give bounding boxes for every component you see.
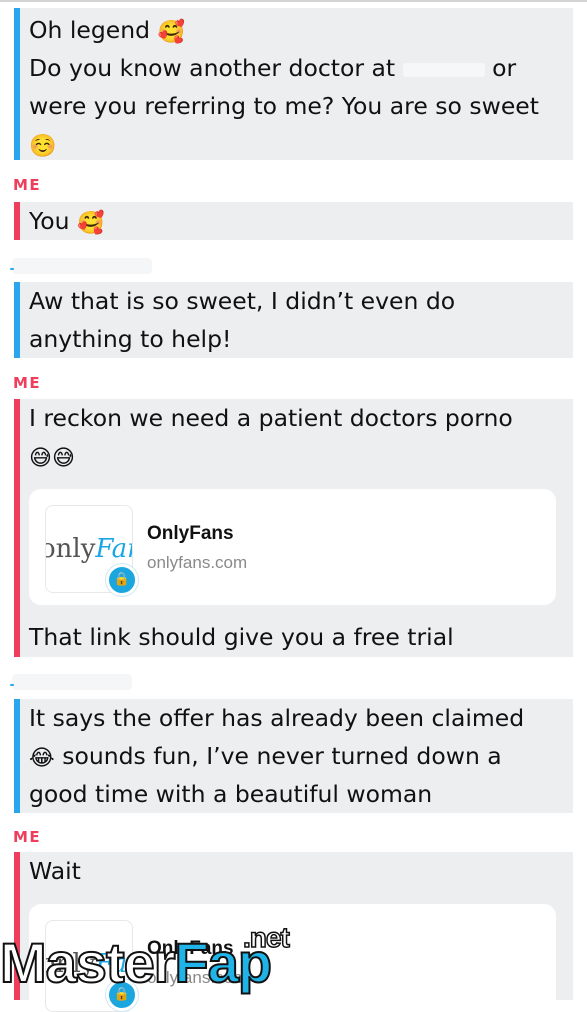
link-title: OnlyFans — [147, 523, 234, 544]
sender-indicator-bar — [14, 699, 20, 813]
message-bubble-5: It says the offer has already been claim… — [14, 699, 573, 813]
redacted-sender-name — [12, 674, 132, 690]
smiling-face-icon: ☺️ — [29, 134, 57, 159]
sender-label-me: ME — [13, 828, 42, 846]
smiling-face-with-hearts-icon: 🥰 — [77, 211, 105, 236]
sender-indicator-bar — [14, 202, 20, 240]
message-text: That link should give you a free trial — [29, 623, 454, 651]
redacted-text — [402, 62, 485, 77]
grinning-sweat-icon: 😅 — [51, 446, 75, 471]
link-url: onlyfans.com — [147, 553, 248, 572]
face-with-tears-of-joy-icon: 😂 — [29, 746, 55, 771]
sender-indicator-bar — [14, 399, 20, 657]
sender-indicator-bar — [14, 8, 20, 160]
top-divider — [0, 0, 587, 2]
sender-indicator-bar — [14, 282, 20, 358]
message-bubble-4: I reckon we need a patient doctors porno… — [14, 399, 573, 657]
message-text: or — [492, 54, 517, 82]
message-text: Oh legend — [29, 16, 151, 44]
link-preview-card[interactable]: onlyFans 🔒 OnlyFans onlyfans.com — [29, 489, 556, 605]
site-watermark: MasterFap .net — [0, 921, 291, 995]
message-text: I reckon we need a patient doctors porno — [29, 404, 513, 432]
onlyfans-logo: onlyFans — [45, 534, 132, 564]
lock-icon: 🔒 — [106, 564, 138, 596]
sender-name-mark — [10, 268, 14, 270]
redacted-sender-name — [12, 258, 152, 274]
message-text: It says the offer has already been claim… — [29, 704, 525, 732]
sender-name-mark — [10, 684, 14, 686]
message-bubble-1: Oh legend 🥰 Do you know another doctor a… — [14, 8, 573, 160]
sender-label-me: ME — [13, 374, 42, 392]
message-text: Aw that is so sweet, I didn’t even do — [29, 287, 456, 315]
message-bubble-3: Aw that is so sweet, I didn’t even do an… — [14, 282, 573, 358]
message-text: You — [29, 207, 70, 235]
message-text: Do you know another doctor at — [29, 54, 396, 82]
message-text: were you referring to me? You are so swe… — [29, 92, 539, 120]
sender-label-me: ME — [13, 176, 42, 194]
smiling-face-with-hearts-icon: 🥰 — [157, 20, 185, 45]
message-text: good time with a beautiful woman — [29, 780, 433, 808]
grinning-sweat-icon: 😅 — [29, 446, 52, 471]
message-bubble-2: You 🥰 — [14, 202, 573, 240]
message-text: anything to help! — [29, 325, 232, 353]
message-text: sounds fun, I’ve never turned down a — [62, 742, 502, 770]
message-text: Wait — [29, 857, 81, 885]
